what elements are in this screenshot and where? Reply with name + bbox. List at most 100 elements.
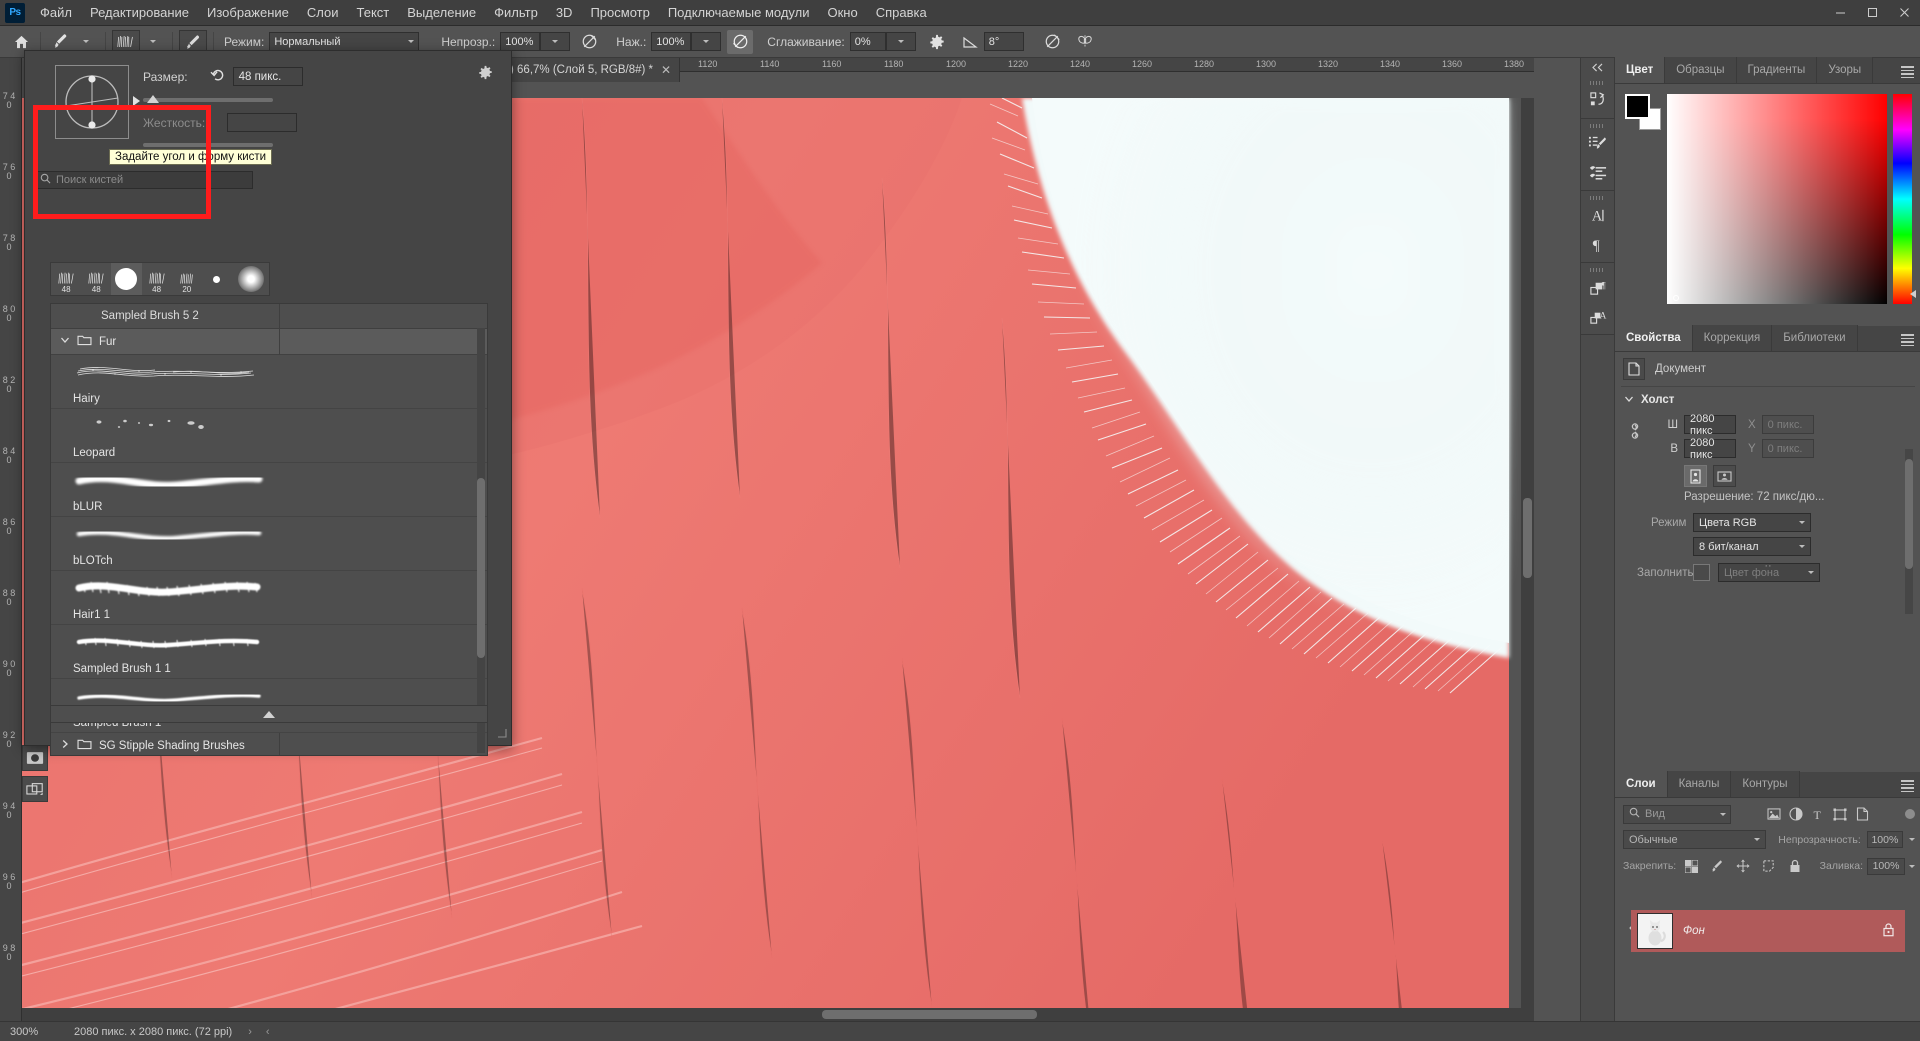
close-icon[interactable]: ✕ bbox=[661, 63, 671, 77]
chevron-right-icon[interactable] bbox=[60, 739, 70, 752]
tab-paths[interactable]: Контуры bbox=[1731, 771, 1799, 797]
layer-blend-mode-select[interactable]: Обычные bbox=[1623, 830, 1766, 849]
symmetry-butterfly-icon[interactable] bbox=[1072, 30, 1098, 54]
hamburger-menu-icon[interactable] bbox=[1901, 780, 1914, 792]
document-tab[interactable]: ) 66,7% (Слой 5, RGB/8#) * ✕ bbox=[502, 58, 680, 82]
smartobject-filter-icon[interactable] bbox=[1851, 804, 1873, 824]
artboard-lock-icon[interactable] bbox=[1758, 856, 1780, 876]
layer-opacity-value[interactable]: 100% bbox=[1867, 831, 1903, 848]
brush-angle-roundness-control[interactable] bbox=[55, 65, 129, 139]
panel-resize-corner[interactable] bbox=[497, 727, 507, 741]
character-styles-icon[interactable]: ¶ bbox=[1581, 273, 1615, 302]
image-filter-icon[interactable] bbox=[1763, 804, 1785, 824]
all-lock-icon[interactable] bbox=[1784, 856, 1806, 876]
brush-panel-resize-bar[interactable] bbox=[50, 705, 488, 723]
recent-brush-strip[interactable]: 48 48 48 20 bbox=[50, 262, 270, 296]
tab-libraries[interactable]: Библиотеки bbox=[1772, 325, 1857, 351]
brush-presets-icon[interactable] bbox=[1581, 158, 1615, 187]
tab-properties[interactable]: Свойства bbox=[1615, 325, 1693, 351]
brush-list-item[interactable]: bLOTch bbox=[51, 517, 487, 571]
move-lock-icon[interactable] bbox=[1732, 856, 1754, 876]
tab-layers[interactable]: Слои bbox=[1615, 771, 1668, 797]
next-arrow-icon[interactable]: › bbox=[248, 1026, 252, 1038]
menu-select[interactable]: Выделение bbox=[398, 1, 485, 24]
brush-preset-cell-soft-round[interactable] bbox=[232, 263, 269, 295]
brush-preset-cell-small-dot[interactable] bbox=[202, 263, 232, 295]
chevron-down-icon[interactable] bbox=[60, 335, 70, 348]
maximize-button[interactable] bbox=[1856, 0, 1888, 26]
layer-fill-value[interactable]: 100% bbox=[1867, 858, 1905, 875]
prev-arrow-icon[interactable]: ‹ bbox=[266, 1026, 270, 1038]
shape-filter-icon[interactable] bbox=[1829, 804, 1851, 824]
scrollbar-thumb[interactable] bbox=[1905, 459, 1913, 569]
scrollbar-thumb[interactable] bbox=[822, 1010, 1037, 1019]
blend-mode-select[interactable]: Нормальный bbox=[269, 32, 419, 51]
hamburger-menu-icon[interactable] bbox=[1901, 66, 1914, 78]
properties-canvas-section[interactable]: Холст bbox=[1624, 393, 1915, 407]
menu-plugins[interactable]: Подключаемые модули bbox=[659, 1, 819, 24]
pressure-size-toggle-icon[interactable] bbox=[1040, 30, 1066, 54]
brush-preset-cell[interactable]: 48 bbox=[142, 263, 172, 295]
color-mode-select[interactable]: Цвета RGB bbox=[1693, 513, 1811, 532]
landscape-orientation-icon[interactable] bbox=[1713, 465, 1736, 487]
paragraph-styles-icon[interactable]: A bbox=[1581, 302, 1615, 331]
chevron-down-icon[interactable] bbox=[1624, 393, 1634, 407]
opacity-dropdown[interactable] bbox=[540, 32, 570, 51]
paragraph-icon[interactable]: ¶ bbox=[1581, 230, 1615, 259]
opacity-input[interactable]: 100% bbox=[500, 32, 540, 51]
airbrush-icon[interactable] bbox=[727, 30, 753, 54]
flow-input[interactable]: 100% bbox=[651, 32, 691, 51]
tab-patterns[interactable]: Узоры bbox=[1817, 57, 1873, 83]
portrait-orientation-icon[interactable] bbox=[1684, 465, 1707, 487]
brush-size-slider-knob[interactable] bbox=[147, 95, 159, 103]
brush-group-sg-stipple[interactable]: SG Stipple Shading Brushes bbox=[51, 733, 487, 756]
brush-hardness-value[interactable] bbox=[227, 113, 297, 132]
tab-channels[interactable]: Каналы bbox=[1668, 771, 1732, 797]
gear-icon[interactable] bbox=[478, 65, 493, 83]
adjustment-filter-icon[interactable] bbox=[1785, 804, 1807, 824]
brush-list[interactable]: Sampled Brush 5 2 Fur bbox=[50, 303, 488, 756]
brush-search-field[interactable]: Поиск кистей bbox=[35, 171, 253, 189]
menu-image[interactable]: Изображение bbox=[198, 1, 298, 24]
y-input[interactable]: 0 пикс. bbox=[1762, 439, 1814, 458]
screen-mode-icon[interactable] bbox=[22, 776, 48, 802]
brush-group-fur[interactable]: Fur bbox=[51, 329, 487, 355]
brush-list-item[interactable]: bLUR bbox=[51, 463, 487, 517]
lock-icon[interactable] bbox=[1882, 922, 1895, 940]
color-picker-field[interactable] bbox=[1667, 94, 1887, 304]
menu-window[interactable]: Окно bbox=[818, 1, 866, 24]
tab-adjustments[interactable]: Коррекция bbox=[1693, 325, 1773, 351]
reset-arrow-icon[interactable] bbox=[210, 68, 225, 85]
layer-row[interactable]: Фон bbox=[1631, 910, 1905, 952]
zoom-level[interactable]: 300% bbox=[0, 1026, 60, 1038]
menu-edit[interactable]: Редактирование bbox=[81, 1, 198, 24]
hue-slider-handle[interactable] bbox=[1910, 290, 1916, 298]
paint-lock-icon[interactable] bbox=[1706, 856, 1728, 876]
tab-color[interactable]: Цвет bbox=[1615, 57, 1665, 83]
hue-slider[interactable] bbox=[1893, 94, 1912, 304]
tab-swatches[interactable]: Образцы bbox=[1665, 57, 1736, 83]
brush-preset-cell[interactable]: 48 bbox=[51, 263, 81, 295]
scrollbar-thumb[interactable] bbox=[1523, 498, 1532, 578]
filter-toggle-icon[interactable] bbox=[1905, 809, 1915, 819]
brush-preset-cell-hard-round[interactable] bbox=[111, 263, 141, 295]
menu-layers[interactable]: Слои bbox=[298, 1, 348, 24]
tablet-pressure-size-icon[interactable] bbox=[958, 30, 984, 54]
character-icon[interactable]: A bbox=[1581, 201, 1615, 230]
menu-3d[interactable]: 3D bbox=[547, 1, 582, 24]
brush-preset-panel[interactable]: Размер: 48 пикс. Жесткость: Задайте угол… bbox=[24, 50, 512, 746]
canvas-horizontal-scrollbar[interactable] bbox=[22, 1008, 1534, 1021]
tab-gradients[interactable]: Градиенты bbox=[1737, 57, 1818, 83]
gear-icon[interactable] bbox=[924, 30, 950, 54]
color-picker-marker[interactable] bbox=[1673, 295, 1679, 301]
width-input[interactable]: 2080 пикс bbox=[1684, 415, 1736, 434]
x-input[interactable]: 0 пикс. bbox=[1762, 415, 1814, 434]
brush-settings-icon[interactable] bbox=[1581, 129, 1615, 158]
menu-filter[interactable]: Фильтр bbox=[485, 1, 547, 24]
object-selection-icon[interactable] bbox=[1581, 86, 1615, 115]
close-button[interactable] bbox=[1888, 0, 1920, 26]
link-chain-icon[interactable] bbox=[1629, 421, 1641, 444]
smoothing-input[interactable]: 0% bbox=[850, 32, 886, 51]
pressure-opacity-icon[interactable] bbox=[576, 30, 602, 54]
menu-text[interactable]: Текст bbox=[348, 1, 399, 24]
